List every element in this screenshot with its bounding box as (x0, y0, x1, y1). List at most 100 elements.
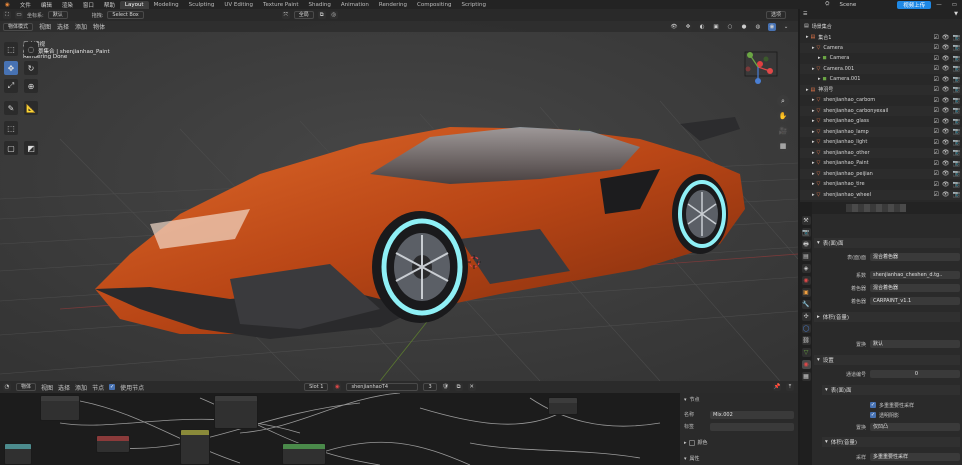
camera-render-icon[interactable]: 📷 (953, 191, 960, 198)
camera-render-icon[interactable]: 📷 (953, 181, 960, 188)
menu-render[interactable]: 渲染 (57, 1, 78, 9)
camera-render-icon[interactable]: 📷 (953, 149, 960, 156)
tool-tab-icon[interactable]: ⚒ (801, 216, 811, 225)
select-mode-icon[interactable]: ▭ (15, 11, 23, 19)
camera-render-icon[interactable]: 📷 (953, 76, 960, 83)
camera-render-icon[interactable]: 📷 (953, 160, 960, 167)
expand-chevron-icon[interactable]: ▸ (812, 108, 815, 114)
eye-icon[interactable]: 👁 (942, 170, 950, 177)
node-value[interactable] (40, 395, 80, 421)
checkbox-icon[interactable]: ☑ (934, 170, 939, 177)
tab-rendering[interactable]: Rendering (374, 1, 412, 9)
expand-chevron-icon[interactable]: ▸ (818, 55, 821, 61)
properties-section-row[interactable]: ▾ 属性 (684, 454, 794, 463)
camera-render-icon[interactable]: 📷 (953, 107, 960, 114)
node-object-dropdown[interactable]: 物体 (16, 383, 37, 391)
constraints-tab-icon[interactable]: ⛓ (801, 336, 811, 345)
add-cube-tool-icon[interactable]: ⬚ (4, 121, 18, 135)
minimize-icon[interactable]: — (931, 2, 947, 8)
editor-type-icon[interactable]: ⛶ (3, 11, 11, 19)
proportional-edit-icon[interactable]: ◎ (329, 11, 338, 19)
object-mode-dropdown[interactable]: 物体模式 (3, 22, 34, 31)
outliner-row[interactable]: ▸ ▽ shenjianhao_tire ☑ 👁 📷 (800, 179, 962, 189)
color-checkbox[interactable] (688, 439, 695, 446)
outliner-editor-icon[interactable]: ☰ (803, 11, 807, 17)
material-name-field[interactable]: shenjianhaoT4 (346, 383, 419, 391)
expand-chevron-icon[interactable]: ▸ (812, 66, 815, 72)
outliner-row[interactable]: ▸ ◼ Camera ☑ 👁 📷 (800, 53, 962, 63)
surface-section-header[interactable]: ▾ 表(面)面 (814, 238, 960, 248)
xray-icon[interactable]: ▣ (712, 22, 720, 31)
menu-view[interactable]: 视图 (39, 22, 51, 31)
expand-chevron-icon[interactable]: ▸ (812, 160, 815, 166)
eye-icon[interactable]: 👁 (942, 107, 950, 114)
checkbox-icon[interactable]: ☑ (934, 44, 939, 51)
camera-tool-icon[interactable]: ▢ (4, 141, 18, 155)
camera-render-icon[interactable]: 📷 (953, 44, 960, 51)
volume-section-header[interactable]: ▸ 体积(音量) (814, 312, 960, 322)
expand-chevron-icon[interactable]: ▸ (812, 139, 815, 145)
checkbox-icon[interactable]: ☑ (934, 118, 939, 125)
rendered-shading-icon[interactable]: ◉ (768, 22, 776, 31)
slot-dropdown[interactable]: Slot 1 (304, 383, 329, 391)
eye-icon[interactable]: 👁 (942, 76, 950, 83)
outliner-row[interactable]: ▸ ▽ shenjianhao_glass ☑ 👁 📷 (800, 116, 962, 126)
menu-window[interactable]: 窗口 (78, 1, 99, 9)
pin-icon[interactable]: 📌 (773, 383, 781, 391)
camera-render-icon[interactable]: 📷 (953, 55, 960, 62)
texture-tab-icon[interactable]: ▦ (801, 372, 811, 381)
outliner-row[interactable]: ▸ ◼ Camera.001 ☑ 👁 📷 (800, 74, 962, 84)
camera-view-icon[interactable]: 🎥 (777, 125, 789, 137)
eye-icon[interactable]: 👁 (942, 181, 950, 188)
tab-uv-editing[interactable]: UV Editing (219, 1, 258, 9)
unlink-icon[interactable]: ✕ (467, 383, 476, 391)
render-tab-icon[interactable]: 📷 (801, 228, 811, 237)
eye-icon[interactable]: 👁 (942, 34, 950, 41)
settings-section-header[interactable]: ▾ 设置 (814, 355, 960, 365)
shading-options-icon[interactable]: ⌄ (782, 22, 790, 31)
color-section-row[interactable]: ▸ 颜色 (684, 438, 794, 447)
parent-node-icon[interactable]: ⤒ (786, 383, 794, 391)
expand-chevron-icon[interactable]: ▸ (812, 181, 815, 187)
camera-render-icon[interactable]: 📷 (953, 170, 960, 177)
transform-orientation-icon[interactable]: ⤧ (281, 11, 290, 19)
node-canvas[interactable] (0, 393, 680, 465)
wireframe-shading-icon[interactable]: ○ (726, 22, 734, 31)
outliner-row[interactable]: ▸ ▽ Camera.001 ☑ 👁 📷 (800, 63, 962, 74)
front-wheel[interactable] (372, 211, 468, 323)
node-name-field[interactable]: Mix.002 (710, 410, 794, 419)
visibility-icon[interactable]: 👁 (670, 22, 678, 31)
menu-help[interactable]: 帮助 (99, 1, 120, 9)
checkbox-icon[interactable]: ☑ (934, 107, 939, 114)
camera-render-icon[interactable]: 📷 (953, 65, 960, 72)
outliner-row[interactable]: ▸ ▽ shenjianhao_light ☑ 👁 📷 (800, 137, 962, 147)
object-tab-icon[interactable]: ▣ (801, 288, 811, 297)
checkbox-icon[interactable]: ☑ (934, 55, 939, 62)
physics-tab-icon[interactable]: ◯ (801, 324, 811, 333)
properties-search-bar[interactable] (846, 204, 906, 212)
output-tab-icon[interactable]: 🖶 (801, 240, 811, 249)
eye-icon[interactable]: 👁 (942, 118, 950, 125)
material-tab-icon[interactable]: ◉ (801, 360, 811, 369)
checkbox-icon[interactable]: ☑ (934, 160, 939, 167)
expand-chevron-icon[interactable]: ▸ (806, 34, 809, 40)
eye-icon[interactable]: 👁 (942, 149, 950, 156)
shader2-field[interactable]: CARPAINT_v1.1 (870, 297, 960, 305)
pivot-dropdown[interactable]: 全局 (293, 11, 314, 19)
orientation-dropdown[interactable]: 默认 (47, 11, 68, 19)
node-color-ramp[interactable] (96, 435, 130, 453)
volume2-section-header[interactable]: ▾ 体积(音量) (822, 437, 960, 447)
menu-edit[interactable]: 编辑 (36, 1, 57, 9)
outliner-row[interactable]: ▸ ▽ shenjianhao_carbonyexail ☑ 👁 📷 (800, 105, 962, 116)
particles-tab-icon[interactable]: ✣ (801, 312, 811, 321)
scene-tab-icon[interactable]: ◈ (801, 264, 811, 273)
node-menu-select[interactable]: 选择 (58, 383, 70, 392)
material-users-count[interactable]: 3 (423, 383, 437, 391)
drag-dropdown[interactable]: Select Box (107, 11, 144, 19)
rotate-tool-icon[interactable]: ↻ (24, 61, 38, 75)
data-tab-icon[interactable]: ▽ (801, 348, 811, 357)
cursor-tool-icon[interactable]: ◌ (24, 42, 38, 56)
outliner-row[interactable]: ▸ ▽ shenjianhao_lamp ☑ 👁 📷 (800, 126, 962, 137)
tab-sculpting[interactable]: Sculpting (184, 1, 220, 9)
checkbox-icon[interactable]: ☑ (934, 181, 939, 188)
